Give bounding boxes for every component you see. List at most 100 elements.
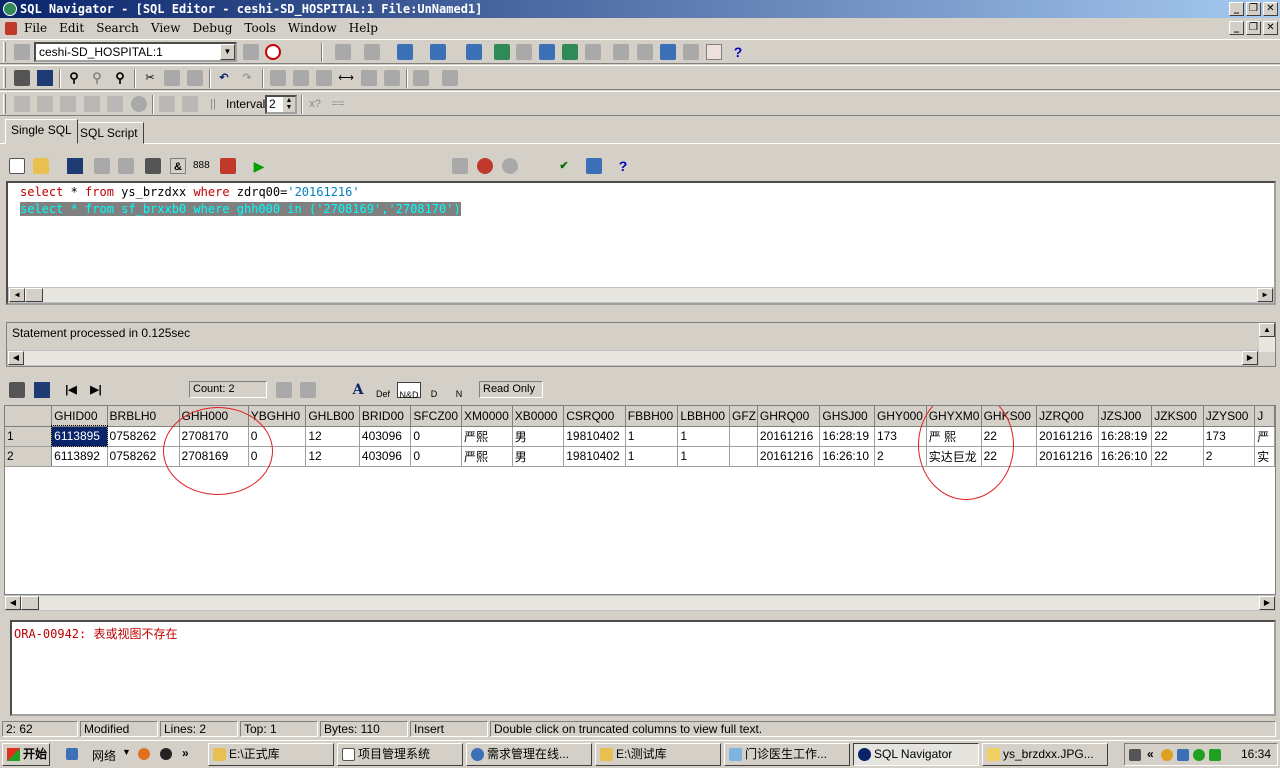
grid-scroll-left-icon[interactable]: ◀: [5, 596, 21, 610]
debug-icon-2[interactable]: [37, 96, 53, 112]
tool-icon-1[interactable]: [335, 44, 351, 60]
open-sql-icon[interactable]: [33, 158, 49, 174]
more-quicklaunch-icon[interactable]: »: [182, 746, 189, 760]
table-cell[interactable]: 173: [874, 426, 927, 447]
qq-tray-icon[interactable]: [1161, 749, 1173, 761]
help-icon[interactable]: ?: [730, 44, 746, 60]
debug-icon-3[interactable]: [60, 96, 76, 112]
tool-icon-20[interactable]: [586, 158, 602, 174]
tool-icon-18[interactable]: [316, 70, 332, 86]
debug-icon-6[interactable]: [159, 96, 175, 112]
column-header[interactable]: CSRQ00: [563, 406, 626, 427]
table-cell[interactable]: 19810402: [563, 446, 626, 467]
column-header[interactable]: GHID00: [51, 406, 108, 427]
column-header[interactable]: FBBH00: [625, 406, 679, 427]
table-cell[interactable]: 严: [1254, 426, 1275, 447]
table-cell[interactable]: 22: [1151, 446, 1204, 467]
tab-sql-script[interactable]: SQL Script: [74, 122, 144, 144]
table-cell[interactable]: 严熙: [461, 426, 513, 447]
qq-icon[interactable]: [160, 748, 172, 760]
table-cell[interactable]: 0: [248, 446, 307, 467]
tool-icon-17[interactable]: [293, 70, 309, 86]
doc-close-button[interactable]: ✕: [1263, 21, 1278, 35]
tool-icon-19[interactable]: ⟷: [338, 70, 354, 86]
task-project-mgmt[interactable]: 项目管理系统: [337, 743, 463, 766]
close-button[interactable]: ✕: [1263, 2, 1278, 16]
column-header[interactable]: J: [1254, 406, 1275, 427]
table-cell[interactable]: 16:28:19: [819, 426, 875, 447]
paste-icon[interactable]: [187, 70, 203, 86]
editor-hscroll[interactable]: ◀ ▶: [8, 287, 1274, 303]
stop-icon[interactable]: [131, 96, 147, 112]
tool-icon-15[interactable]: [706, 44, 722, 60]
tool-icon-14[interactable]: [683, 44, 699, 60]
print-icon[interactable]: [14, 70, 30, 86]
table-cell[interactable]: 实: [1254, 446, 1275, 467]
debug-icon-4[interactable]: [84, 96, 100, 112]
chevron-down-icon[interactable]: ▼: [220, 44, 235, 60]
doc-restore-button[interactable]: ❐: [1246, 21, 1261, 35]
editor-help-icon[interactable]: ?: [615, 158, 631, 174]
column-header[interactable]: JZSJ00: [1098, 406, 1153, 427]
menu-edit[interactable]: Edit: [59, 19, 84, 38]
table-cell[interactable]: 1: [625, 426, 679, 447]
grid-save-icon[interactable]: [34, 382, 50, 398]
table-cell[interactable]: 16:28:19: [1098, 426, 1153, 447]
tab-single-sql[interactable]: Single SQL: [5, 119, 78, 144]
column-header[interactable]: YBGHH0: [248, 406, 307, 427]
debug-icon-7[interactable]: [182, 96, 198, 112]
connection-icon[interactable]: [14, 44, 30, 60]
table-cell[interactable]: 严 熙: [926, 426, 982, 447]
row-number[interactable]: 1: [5, 426, 53, 447]
first-record-icon[interactable]: |◀: [63, 382, 79, 398]
menu-view[interactable]: View: [151, 19, 181, 38]
watch-icon[interactable]: x?: [307, 96, 323, 112]
cut-icon[interactable]: ✂: [142, 70, 158, 86]
tool-icon-3[interactable]: [397, 44, 413, 60]
table-cell[interactable]: 2: [874, 446, 927, 467]
speaker-icon[interactable]: [118, 158, 134, 174]
table-cell[interactable]: 12: [305, 426, 360, 447]
network-label[interactable]: 网络: [92, 747, 116, 764]
table-cell[interactable]: 173: [1203, 426, 1256, 447]
firefox-icon[interactable]: [138, 748, 150, 760]
network-tray-icon[interactable]: [1177, 749, 1189, 761]
table-cell[interactable]: 1: [677, 446, 731, 467]
scroll-thumb[interactable]: [25, 288, 43, 302]
debug-icon-1[interactable]: [14, 96, 30, 112]
grid-view-icon[interactable]: [452, 158, 468, 174]
connection-select[interactable]: ceshi-SD_HOSPITAL:1 ▼: [34, 42, 237, 62]
column-header[interactable]: GHYXM0: [926, 406, 982, 427]
tool-icon-16[interactable]: [270, 70, 286, 86]
table-row[interactable]: 1 6113895 0758262 2708170 0 12 403096 0 …: [5, 425, 1275, 447]
table-cell[interactable]: 2708170: [179, 426, 249, 447]
table-cell[interactable]: [729, 446, 758, 467]
indent-icon[interactable]: [361, 70, 377, 86]
table-cell[interactable]: 0: [410, 426, 463, 447]
tool-icon-10[interactable]: [585, 44, 601, 60]
column-header[interactable]: GHKS00: [981, 406, 1038, 427]
find-icon[interactable]: ⚲: [66, 70, 82, 86]
ie-icon[interactable]: [66, 748, 78, 760]
restore-button[interactable]: ❐: [1246, 2, 1261, 16]
table-row[interactable]: 2 6113892 0758262 2708169 0 12 403096 0 …: [5, 446, 1275, 467]
tool-icon-11[interactable]: [613, 44, 629, 60]
table-cell[interactable]: 0758262: [107, 426, 180, 447]
column-header[interactable]: GHY000: [874, 406, 927, 427]
font-icon[interactable]: A: [350, 382, 366, 398]
redo-icon[interactable]: ↷: [239, 70, 255, 86]
row-number[interactable]: 2: [5, 446, 53, 467]
grid-hscroll[interactable]: ◀ ▶: [4, 595, 1276, 611]
new-file-icon[interactable]: [9, 158, 25, 174]
column-header[interactable]: GHLB00: [305, 406, 360, 427]
table-cell[interactable]: 6113892: [51, 446, 108, 467]
column-header[interactable]: LBBH00: [677, 406, 731, 427]
menu-window[interactable]: Window: [288, 19, 337, 38]
table-cell[interactable]: 20161216: [757, 426, 821, 447]
keyboard-icon[interactable]: [1129, 749, 1141, 761]
shield-icon[interactable]: [1209, 749, 1221, 761]
table-cell[interactable]: 403096: [359, 446, 412, 467]
column-header[interactable]: GFZ: [729, 406, 758, 427]
tool-icon-7[interactable]: [516, 44, 532, 60]
format-icon[interactable]: [442, 70, 458, 86]
